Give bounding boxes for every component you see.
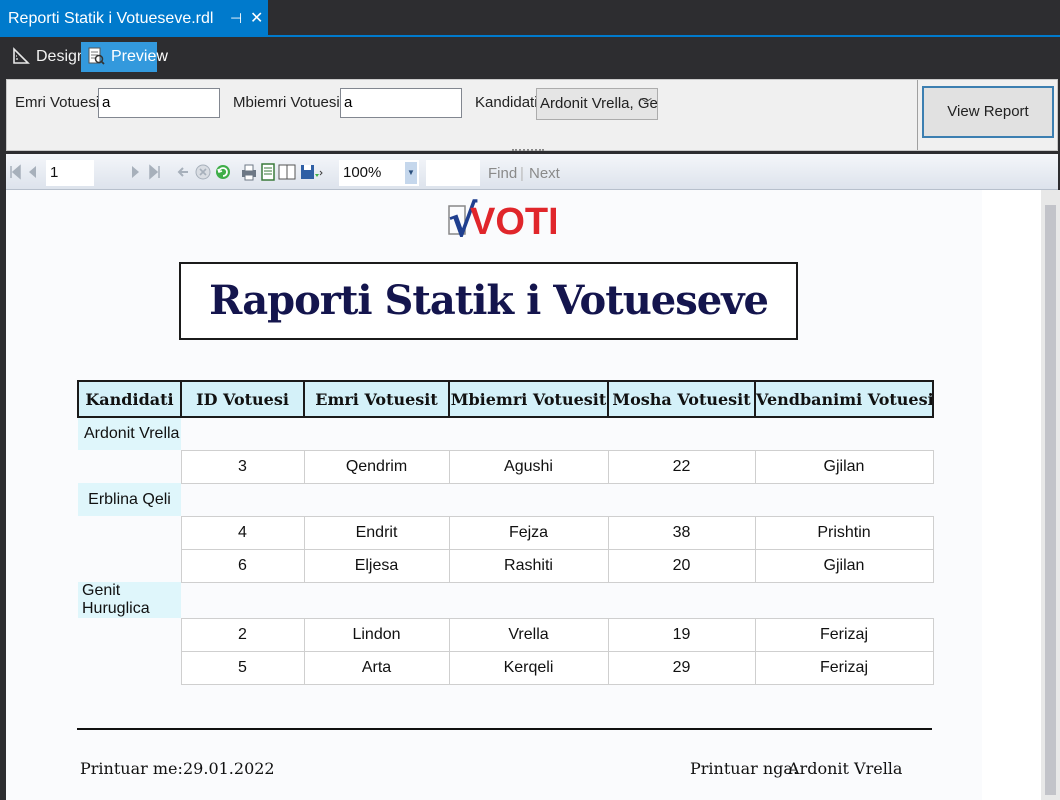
logo-text: VOTE [470,201,556,243]
cell-vendbanimi: Gjilan [754,449,934,484]
design-ruler-icon [13,47,30,64]
print-layout-icon[interactable] [260,162,276,182]
cell-emri: Endrit [303,515,450,550]
column-header-kandidati: Kandidati [77,380,182,418]
stop-icon[interactable] [194,162,212,182]
previous-page-icon[interactable] [26,162,38,182]
group-row: Genit Huruglica [78,582,933,618]
last-page-icon[interactable] [148,162,162,182]
preview-tab-label: Preview [111,48,168,65]
close-icon[interactable]: ✕ [250,0,263,37]
cell-id: 3 [180,449,305,484]
group-kandidati: Ardonit Vrella [78,417,181,450]
cell-vendbanimi: Gjilan [754,548,934,583]
cell-id: 4 [180,515,305,550]
printed-by-label: Printuar nga: [690,759,799,778]
report-page: √ VOTE Raporti Statik i Votueseve Kandid… [6,190,982,800]
view-mode-toolbar: Design Preview [0,37,1060,77]
cell-vendbanimi: Prishtin [754,515,934,550]
mbiemri-votuesit-label: Mbiemri Votuesit [233,94,344,111]
mbiemri-votuesit-input[interactable]: a [340,88,462,118]
refresh-icon[interactable] [214,162,232,182]
design-tab[interactable]: Design [6,42,86,72]
find-input[interactable] [426,160,480,186]
splitter-grip[interactable] [512,149,544,153]
find-button[interactable]: Find [488,165,517,182]
table-row: 2 Lindon Vrella 19 Ferizaj [78,617,934,652]
report-title: Raporti Statik i Votueseve [209,277,769,324]
back-to-parent-icon[interactable] [176,162,190,182]
emri-votuesit-input[interactable]: a [98,88,220,118]
column-header-mosha: Mosha Votuesit [607,380,756,418]
cell-mbiemri: Vrella [448,617,609,652]
print-icon[interactable] [240,162,258,182]
document-tab[interactable]: Reporti Statik i Votueseve.rdl [Design] … [0,0,268,64]
cell-vendbanimi: Ferizaj [754,617,934,652]
kandidati-label: Kandidati [475,94,538,111]
cell-id: 6 [180,548,305,583]
zoom-select[interactable]: 100% ▼ [339,160,419,186]
cell-mosha: 22 [607,449,756,484]
cell-emri: Eljesa [303,548,450,583]
cell-mbiemri: Agushi [448,449,609,484]
cell-id: 5 [180,650,305,685]
group-kandidati: Erblina Qeli [78,483,181,516]
cell-mbiemri: Kerqeli [448,650,609,685]
pin-icon[interactable]: ⊣ [230,0,242,37]
next-page-icon[interactable] [130,162,142,182]
report-canvas: √ VOTE Raporti Statik i Votueseve Kandid… [6,190,1041,800]
table-row: 5 Arta Kerqeli 29 Ferizaj [78,650,934,685]
page-number-input[interactable]: 1 [46,160,94,186]
kandidati-select[interactable]: Ardonit Vrella, Ge ﹀ [536,88,658,120]
group-kandidati: Genit Huruglica [78,582,181,618]
cell-mbiemri: Fejza [448,515,609,550]
preview-tab[interactable]: Preview [81,42,168,72]
voters-table: Kandidati ID Votuesi Emri Votuesit Mbiem… [77,380,934,685]
table-header-row: Kandidati ID Votuesi Emri Votuesit Mbiem… [77,380,934,418]
scrollbar-thumb[interactable] [1045,205,1056,795]
document-tab-strip: Reporti Statik i Votueseve.rdl [Design] … [0,0,1060,64]
cell-mbiemri: Rashiti [448,548,609,583]
cell-mosha: 29 [607,650,756,685]
cell-emri: Arta [303,650,450,685]
zoom-value: 100% [343,164,382,181]
column-header-id: ID Votuesi [180,380,305,418]
table-row: 4 Endrit Fejza 38 Prishtin [78,515,934,550]
cell-vendbanimi: Ferizaj [754,650,934,685]
printed-on-label: Printuar me: [80,759,183,778]
printed-by-value: Ardonit Vrella [788,759,903,778]
vote-logo: √ VOTE [448,196,556,246]
footer-divider [77,728,932,730]
table-row: 3 Qendrim Agushi 22 Gjilan [78,449,934,484]
parameter-divider [917,80,918,150]
column-header-emri: Emri Votuesit [303,380,450,418]
chevron-down-icon: ﹀ [639,97,652,111]
next-button[interactable]: Next [529,165,560,182]
cell-mosha: 19 [607,617,756,652]
printed-on-value: 29.01.2022 [183,759,275,778]
emri-votuesit-label: Emri Votuesit [15,94,104,111]
cell-mosha: 38 [607,515,756,550]
cell-emri: Qendrim [303,449,450,484]
report-title-box: Raporti Statik i Votueseve [179,262,798,340]
parameter-panel: Emri Votuesit a Mbiemri Votuesit a Kandi… [6,79,1058,151]
export-icon[interactable] [300,162,324,182]
cell-emri: Lindon [303,617,450,652]
column-header-mbiemri: Mbiemri Votuesit [448,380,609,418]
group-row: Ardonit Vrella [78,417,933,450]
design-tab-label: Design [36,48,86,65]
find-separator: | [520,165,524,182]
preview-icon [88,47,105,65]
view-report-button[interactable]: View Report [922,86,1054,138]
page-setup-icon[interactable] [278,162,296,182]
table-row: 6 Eljesa Rashiti 20 Gjilan [78,548,934,583]
first-page-icon[interactable] [8,162,22,182]
report-toolbar: 1 100% ▼ Find | Next [6,154,1058,190]
chevron-down-icon: ▼ [405,162,417,184]
column-header-vendbanimi: Vendbanimi Votuesit [754,380,934,418]
group-row: Erblina Qeli [78,483,933,516]
cell-id: 2 [180,617,305,652]
cell-mosha: 20 [607,548,756,583]
